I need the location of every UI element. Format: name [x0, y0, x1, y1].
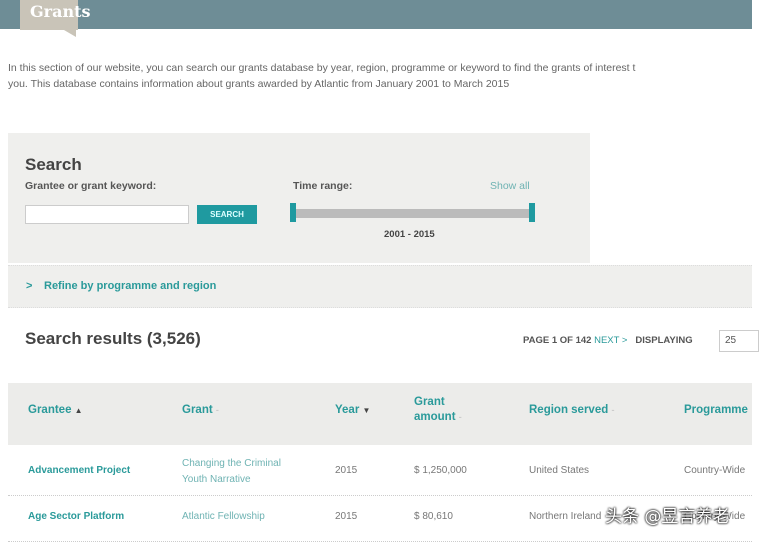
amount-cell: $ 1,250,000 — [414, 465, 467, 476]
search-title: Search — [25, 155, 82, 174]
table-row: Advancement Project Changing the Crimina… — [8, 450, 752, 496]
header-label: Region served — [529, 404, 609, 416]
pagination: PAGE 1 OF 142 NEXT > DISPLAYING — [523, 335, 693, 346]
keyword-label: Grantee or grant keyword: — [25, 180, 157, 192]
chevron-right-icon: > — [26, 280, 33, 292]
year-cell: 2015 — [335, 465, 358, 476]
refine-toggle[interactable]: > Refine by programme and region — [8, 265, 752, 308]
displaying-label: DISPLAYING — [635, 335, 693, 346]
results-title: Search results (3,526) — [25, 329, 201, 348]
slider-handle-end[interactable] — [529, 203, 535, 222]
sort-icon: - — [611, 405, 615, 415]
sort-icon: - — [458, 412, 462, 422]
header-label: Grant — [182, 404, 213, 416]
page-indicator: PAGE 1 OF 142 — [523, 335, 592, 346]
grant-link[interactable]: Atlantic Fellowship — [182, 509, 265, 525]
tab-grants[interactable]: Grants — [20, 0, 91, 30]
header-label: Grantee — [28, 404, 72, 416]
search-button[interactable]: SEARCH — [197, 205, 257, 224]
column-header-year[interactable]: Year ▼ — [335, 403, 370, 418]
grantee-link[interactable]: Advancement Project — [28, 463, 130, 479]
time-range-label: Time range: — [293, 180, 353, 192]
slider-handle-start[interactable] — [290, 203, 296, 222]
intro-text: In this section of our website, you can … — [8, 60, 760, 92]
grant-link[interactable]: Changing the Criminal Youth Narrative — [182, 456, 297, 488]
column-header-amount[interactable]: Grant amount - — [414, 395, 474, 425]
column-header-programme[interactable]: Programme — [684, 403, 748, 418]
watermark: 头条 @昱言养老 — [605, 507, 730, 527]
sort-desc-icon: ▼ — [362, 406, 371, 415]
search-panel: Search Grantee or grant keyword: SEARCH … — [8, 133, 590, 263]
sort-icon: - — [215, 405, 219, 415]
site-header — [0, 0, 752, 29]
programme-cell: Country-Wide — [684, 465, 746, 476]
header-label: Grant amount — [414, 396, 456, 423]
column-header-region[interactable]: Region served - — [529, 403, 614, 418]
sort-asc-icon: ▲ — [74, 406, 83, 415]
next-page-link[interactable]: NEXT > — [594, 335, 627, 346]
column-header-grant[interactable]: Grant - — [182, 403, 219, 418]
grantee-link[interactable]: Age Sector Platform — [28, 509, 124, 525]
keyword-input[interactable] — [25, 205, 189, 224]
time-range-slider[interactable] — [295, 209, 533, 218]
column-header-grantee[interactable]: Grantee ▲ — [28, 403, 83, 418]
range-value: 2001 - 2015 — [384, 229, 435, 240]
table-header: Grantee ▲ Grant - Year ▼ Grant amount - … — [8, 383, 752, 445]
per-page-select[interactable]: 25 — [719, 330, 759, 352]
intro-line: you. This database contains information … — [8, 78, 510, 90]
amount-cell: $ 80,610 — [414, 511, 453, 522]
intro-line: In this section of our website, you can … — [8, 62, 636, 74]
region-cell: Northern Ireland — [529, 511, 602, 522]
header-label: Year — [335, 404, 360, 416]
tab-pointer — [64, 30, 76, 37]
region-cell: United States — [529, 465, 590, 476]
refine-label[interactable]: Refine by programme and region — [44, 280, 216, 292]
year-cell: 2015 — [335, 511, 358, 522]
header-label: Programme — [684, 404, 748, 416]
show-all-link[interactable]: Show all — [490, 180, 530, 192]
